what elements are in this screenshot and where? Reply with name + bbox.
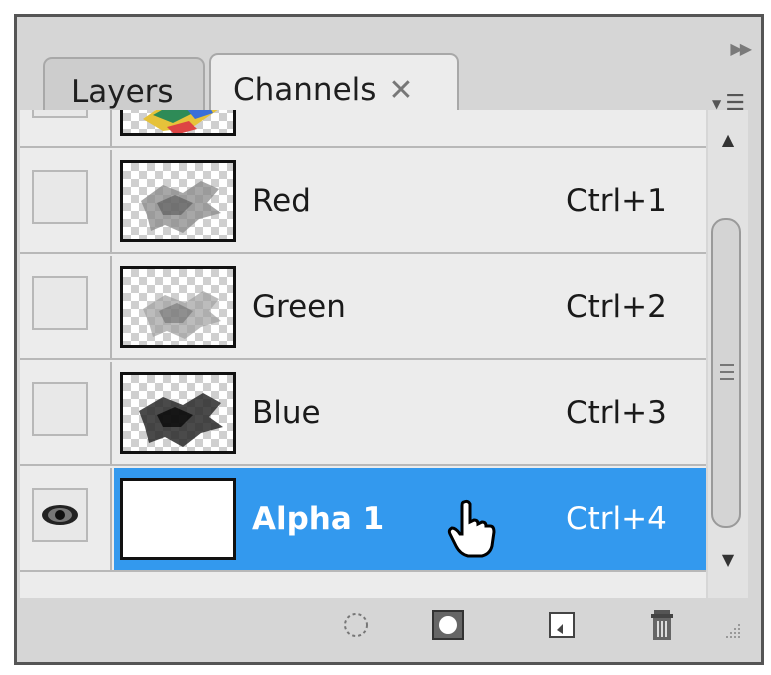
red-thumbnail-art [141, 181, 221, 233]
visibility-column [20, 110, 112, 146]
channel-thumbnail [120, 266, 236, 348]
visibility-toggle[interactable] [32, 488, 88, 542]
tab-label: Layers [71, 74, 174, 110]
visibility-toggle[interactable] [32, 110, 88, 118]
channel-shortcut: Ctrl+4 [566, 501, 667, 537]
channel-name: Red [252, 183, 311, 219]
load-selection-icon [344, 613, 368, 637]
channel-name: Green [252, 289, 346, 325]
visibility-toggle[interactable] [32, 276, 88, 330]
channel-name: Alpha 1 [252, 501, 385, 537]
resize-grip-icon[interactable] [720, 622, 742, 644]
channel-thumbnail [120, 110, 236, 136]
visibility-column [20, 362, 112, 464]
scroll-down-arrow-icon[interactable]: ▼ [708, 550, 748, 569]
load-selection-button[interactable] [338, 608, 374, 642]
channel-row-alpha-1[interactable]: Alpha 1 Ctrl+4 [20, 468, 706, 572]
channel-thumbnail [120, 160, 236, 242]
channel-row-blue[interactable]: Blue Ctrl+3 [20, 362, 706, 466]
visibility-toggle[interactable] [32, 382, 88, 436]
blue-thumbnail-art [139, 393, 223, 447]
tab-label: Channels [233, 72, 377, 108]
scrollbar-thumb[interactable] [711, 218, 741, 528]
channel-name: Blue [252, 395, 321, 431]
visibility-column [20, 468, 112, 570]
channel-shortcut: Ctrl+2 [566, 289, 667, 325]
save-selection-icon [432, 610, 464, 640]
rgb-thumbnail-art [143, 110, 218, 133]
channel-row-rgb[interactable]: RGB Ctrl+~ [20, 110, 706, 148]
channel-thumbnail [120, 372, 236, 454]
delete-channel-icon [651, 610, 673, 640]
channel-thumbnail [120, 478, 236, 560]
channel-shortcut: Ctrl+3 [566, 395, 667, 431]
scrollbar[interactable]: ▲ ▼ [708, 110, 748, 598]
collapse-panel-icon[interactable]: ▶▶ [730, 39, 752, 58]
channel-shortcut: Ctrl+1 [566, 183, 667, 219]
new-channel-icon [549, 612, 575, 638]
channel-list: RGB Ctrl+~ Red Ctrl+1 Green Ctrl+2 [20, 110, 706, 598]
save-selection-button[interactable] [430, 608, 466, 642]
channel-shortcut: Ctrl+~ [566, 110, 673, 146]
channel-row-red[interactable]: Red Ctrl+1 [20, 150, 706, 254]
scroll-up-arrow-icon[interactable]: ▲ [708, 130, 748, 149]
eye-icon [42, 505, 78, 525]
panel-footer [20, 598, 748, 648]
channel-row-green[interactable]: Green Ctrl+2 [20, 256, 706, 360]
visibility-column [20, 256, 112, 358]
close-icon[interactable]: ✕ [388, 73, 413, 108]
channel-name: RGB [252, 110, 319, 146]
visibility-column [20, 150, 112, 252]
new-channel-button[interactable] [544, 608, 580, 642]
visibility-toggle[interactable] [32, 170, 88, 224]
delete-channel-button[interactable] [644, 608, 680, 642]
grip-icon [720, 364, 734, 385]
hand-cursor-icon [447, 499, 496, 558]
green-thumbnail-art [143, 291, 221, 339]
